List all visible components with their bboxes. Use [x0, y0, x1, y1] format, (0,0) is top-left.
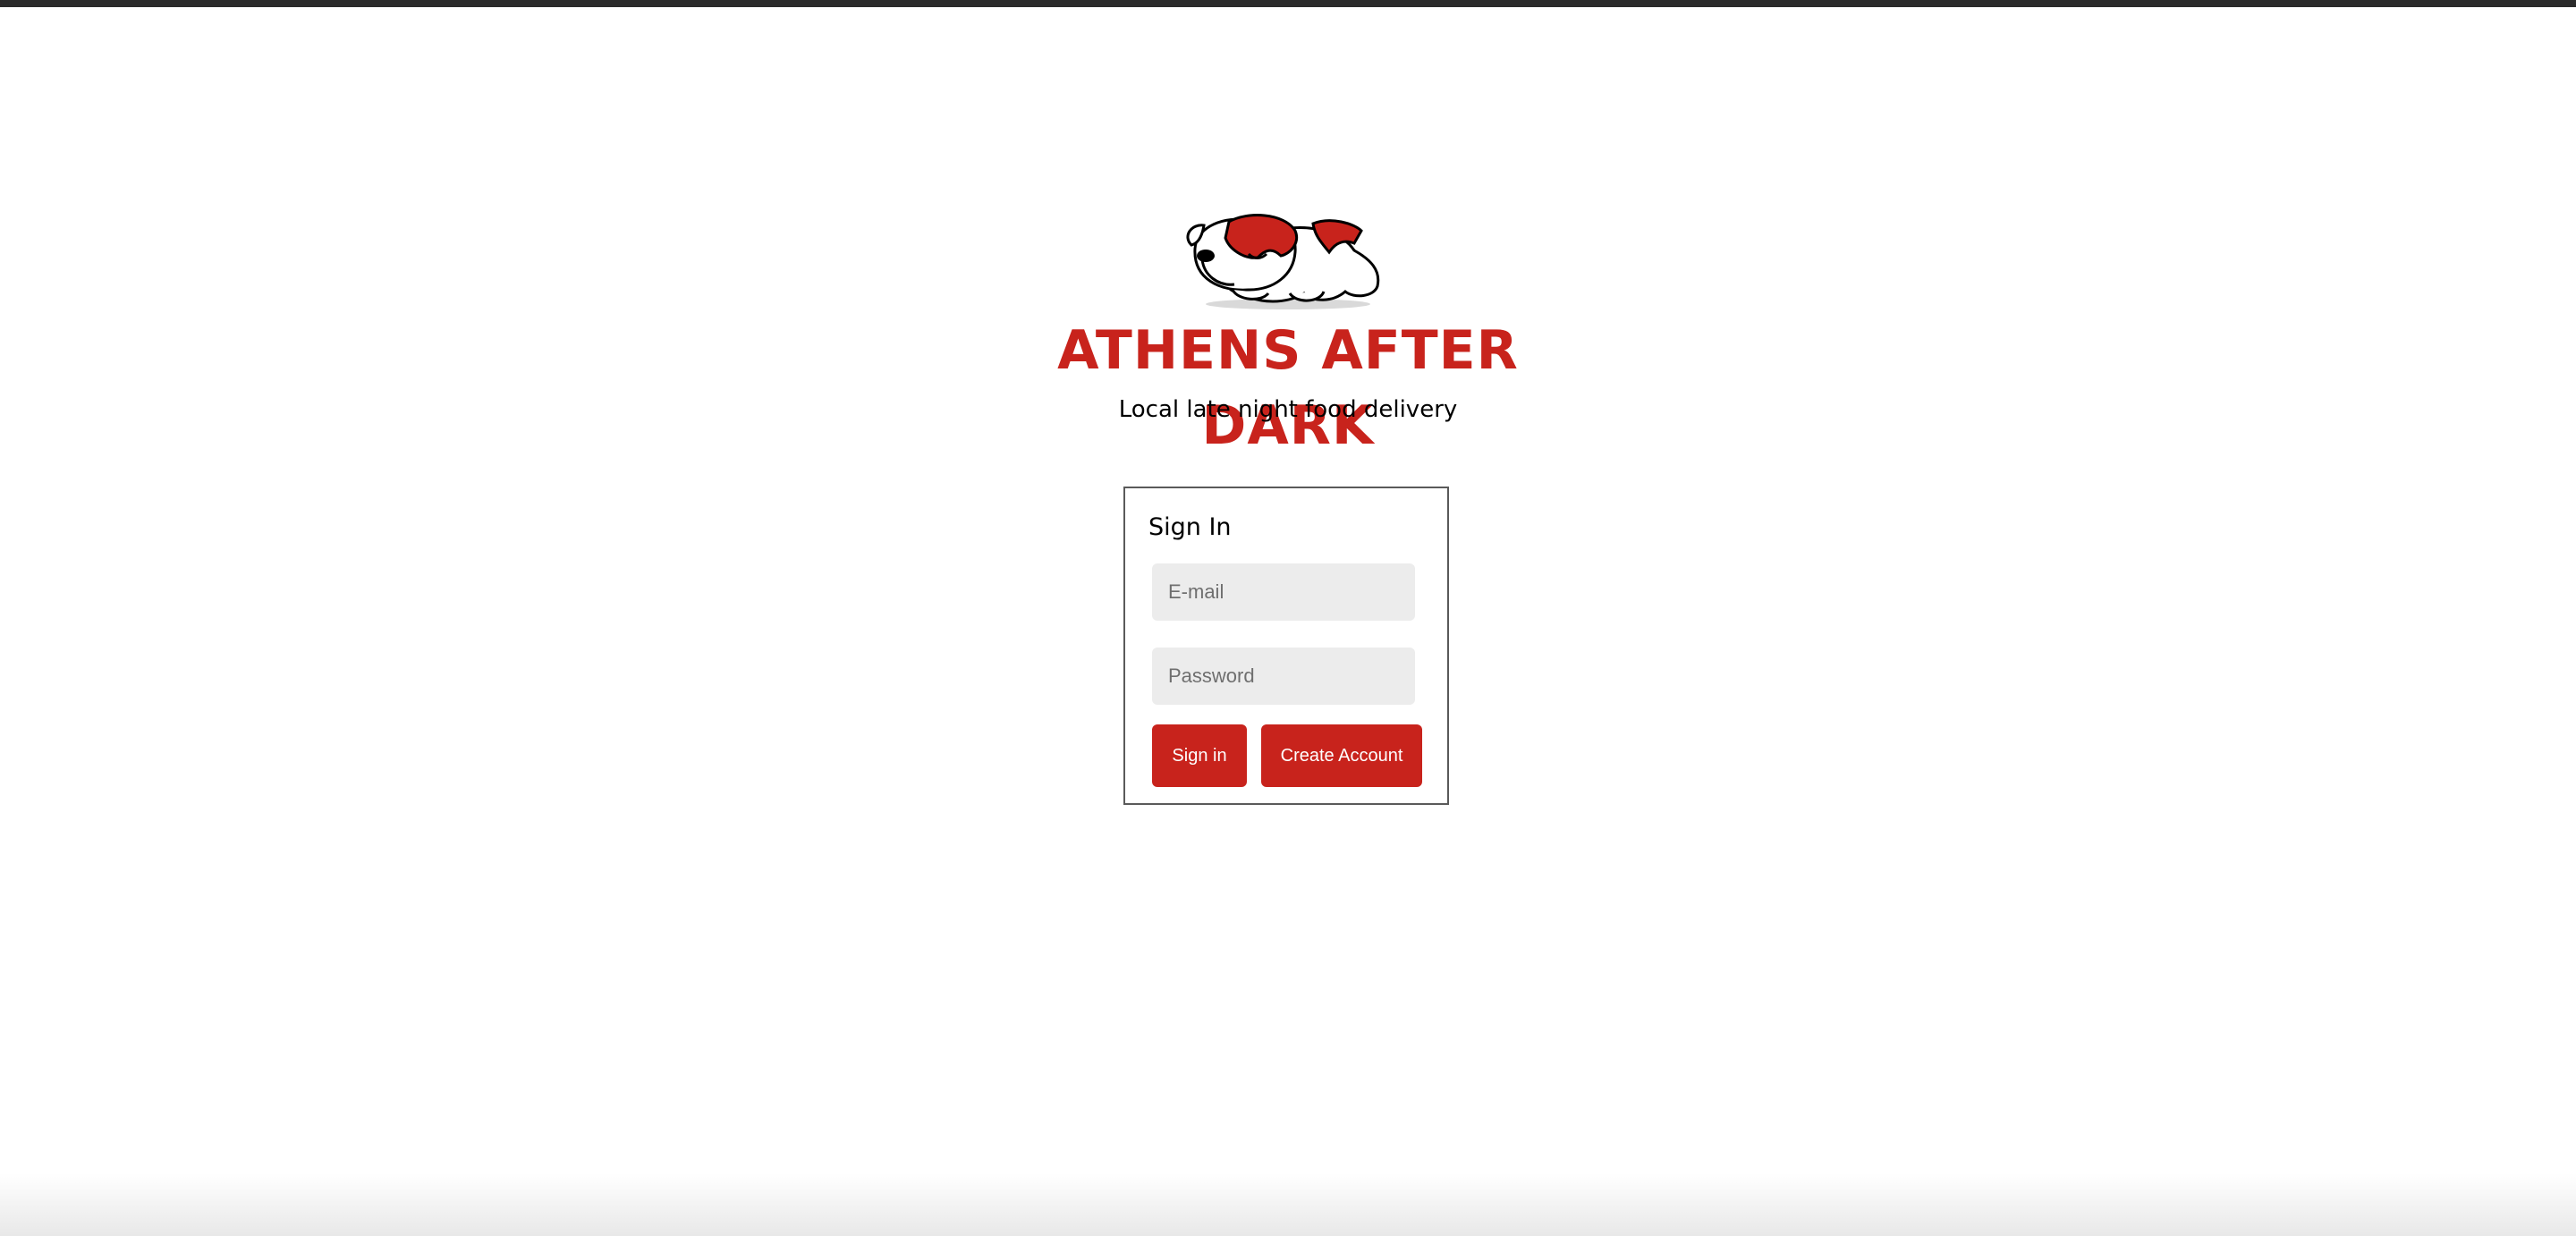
signin-title: Sign In: [1148, 513, 1232, 541]
email-field[interactable]: [1152, 563, 1415, 621]
window-bottom-shadow: [0, 1173, 2576, 1236]
create-account-button[interactable]: Create Account: [1261, 724, 1422, 787]
brand-title: ATHENS AFTER DARK: [1057, 319, 1519, 457]
signin-button[interactable]: Sign in: [1152, 724, 1247, 787]
window-top-bar: [0, 0, 2576, 7]
password-field[interactable]: [1152, 648, 1415, 705]
sleeping-bulldog-logo: [1186, 214, 1380, 309]
signin-card: Sign In Sign in Create Account: [1123, 487, 1449, 805]
brand-tagline: Local late night food delivery: [1118, 396, 1458, 423]
